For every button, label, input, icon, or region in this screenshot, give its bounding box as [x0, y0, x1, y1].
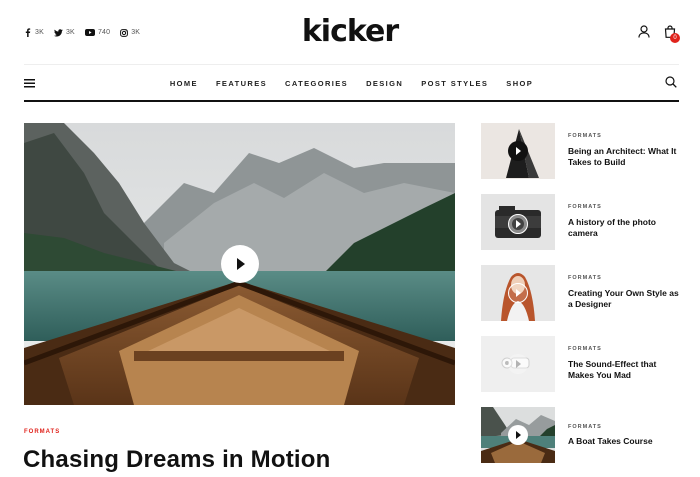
nav-menu: HOME FEATURES CATEGORIES DESIGN POST STY… [24, 79, 679, 88]
play-icon [508, 141, 528, 161]
hero-play-button[interactable] [221, 245, 259, 283]
nav-item-design[interactable]: DESIGN [366, 79, 403, 88]
post-category[interactable]: FORMATS [568, 204, 602, 210]
post-thumbnail [481, 194, 555, 250]
post-title[interactable]: Being an Architect: What It Takes to Bui… [568, 146, 680, 168]
featured-image[interactable] [24, 123, 455, 405]
nav-item-categories[interactable]: CATEGORIES [285, 79, 348, 88]
post-category[interactable]: FORMATS [568, 424, 602, 430]
post-title[interactable]: A Boat Takes Course [568, 436, 680, 447]
play-icon [508, 354, 528, 374]
post-thumbnail [481, 123, 555, 179]
sidebar-post[interactable]: FORMATS Being an Architect: What It Take… [481, 123, 681, 179]
play-icon [237, 258, 245, 270]
nav-rule [24, 100, 679, 102]
main-navigation: HOME FEATURES CATEGORIES DESIGN POST STY… [24, 74, 679, 94]
post-title[interactable]: Creating Your Own Style as a Designer [568, 288, 680, 310]
user-account-icon[interactable] [638, 25, 650, 38]
sidebar-post[interactable]: FORMATS A Boat Takes Course [481, 407, 681, 463]
nav-item-shop[interactable]: SHOP [506, 79, 533, 88]
nav-item-features[interactable]: FEATURES [216, 79, 267, 88]
post-category[interactable]: FORMATS [568, 346, 602, 352]
post-title[interactable]: The Sound-Effect that Makes You Mad [568, 359, 680, 381]
post-thumbnail [481, 265, 555, 321]
header-divider [24, 64, 679, 65]
post-category[interactable]: FORMATS [568, 133, 602, 139]
post-category[interactable]: FORMATS [568, 275, 602, 281]
site-logo[interactable]: kicker [0, 14, 700, 49]
play-icon [508, 425, 528, 445]
play-icon [508, 283, 528, 303]
sidebar-post[interactable]: FORMATS The Sound-Effect that Makes You … [481, 336, 681, 392]
cart-count-badge[interactable]: 0 [670, 33, 680, 43]
featured-title[interactable]: Chasing Dreams in Motion [23, 446, 331, 474]
post-thumbnail [481, 336, 555, 392]
nav-item-home[interactable]: HOME [170, 79, 198, 88]
top-bar: 3K 3K 740 3K kicker 0 [0, 0, 700, 66]
play-icon [508, 214, 528, 234]
post-title[interactable]: A history of the photo camera [568, 217, 680, 239]
sidebar-post[interactable]: FORMATS A history of the photo camera [481, 194, 681, 250]
search-icon[interactable] [665, 76, 677, 88]
sidebar-post[interactable]: FORMATS Creating Your Own Style as a Des… [481, 265, 681, 321]
post-thumbnail [481, 407, 555, 463]
featured-category[interactable]: FORMATS [24, 429, 60, 435]
nav-item-post-styles[interactable]: POST STYLES [421, 79, 488, 88]
